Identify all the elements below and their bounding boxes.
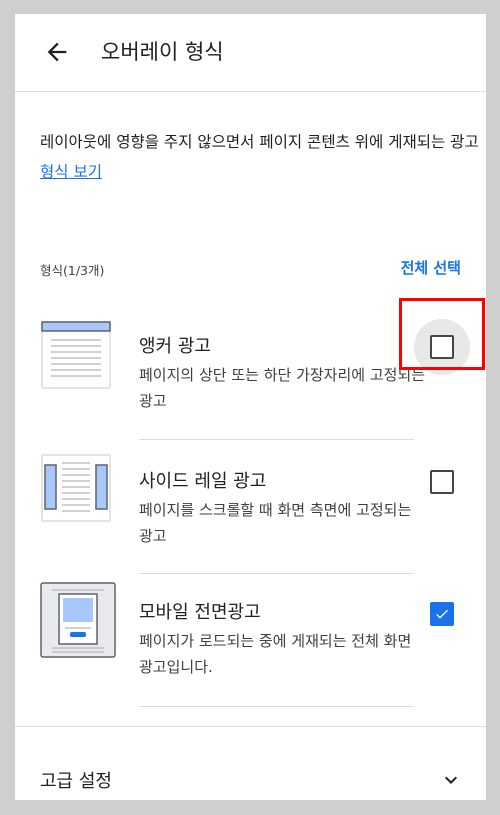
format-description: 페이지가 로드되는 중에 게재되는 전체 화면 광고입니다. xyxy=(139,632,412,676)
advanced-settings-section[interactable]: 고급 설정 xyxy=(15,726,486,800)
item-divider xyxy=(139,573,414,574)
check-icon xyxy=(436,609,448,619)
format-title: 모바일 전면광고 xyxy=(139,602,261,623)
item-divider xyxy=(139,706,414,707)
format-description: 페이지를 스크롤할 때 화면 측면에 고정되는 광고 xyxy=(139,501,412,545)
item-divider xyxy=(139,439,414,440)
format-count-label: 형식(1/3개) xyxy=(40,263,105,278)
overlay-format-panel: 오버레이 형식 레이아웃에 영향을 주지 않으면서 페이지 콘텐츠 위에 게재되… xyxy=(15,14,486,800)
mobile-interstitial-checkbox[interactable] xyxy=(430,602,454,626)
description-text: 레이아웃에 영향을 주지 않으면서 페이지 콘텐츠 위에 게재되는 광고 xyxy=(40,133,479,151)
page-title: 오버레이 형식 xyxy=(101,40,224,64)
anchor-ad-thumbnail xyxy=(41,321,111,389)
view-format-link[interactable]: 형식 보기 xyxy=(40,163,102,181)
select-all-button[interactable]: 전체 선택 xyxy=(401,257,461,278)
panel-header: 오버레이 형식 xyxy=(15,14,486,92)
format-description: 페이지의 상단 또는 하단 가장자리에 고정되는 광고 xyxy=(139,366,426,410)
format-title: 앵커 광고 xyxy=(139,336,211,357)
mobile-interstitial-thumbnail xyxy=(40,582,116,658)
side-rail-ad-checkbox[interactable] xyxy=(430,470,454,494)
side-rail-ad-thumbnail xyxy=(41,454,111,522)
anchor-ad-checkbox[interactable] xyxy=(430,335,454,359)
chevron-down-icon[interactable] xyxy=(439,768,463,792)
arrow-back-icon xyxy=(47,42,67,62)
format-title: 사이드 레일 광고 xyxy=(139,471,267,492)
advanced-settings-label: 고급 설정 xyxy=(40,771,112,792)
format-description: 레이아웃에 영향을 주지 않으면서 페이지 콘텐츠 위에 게재되는 광고 형식 … xyxy=(40,127,480,187)
back-button[interactable] xyxy=(43,38,71,66)
